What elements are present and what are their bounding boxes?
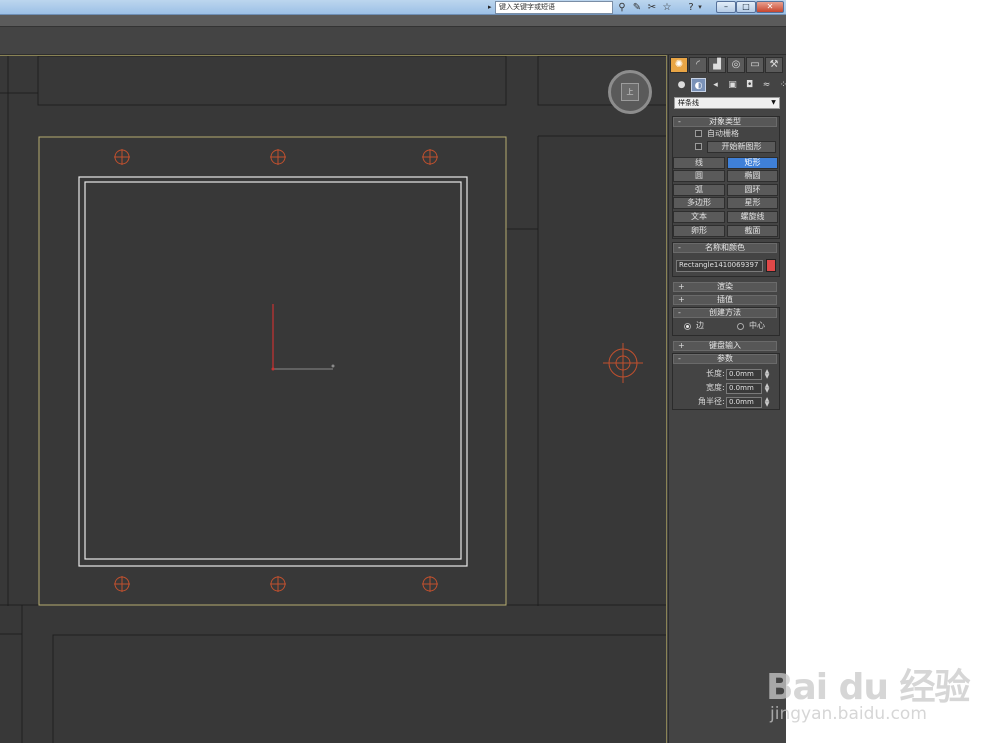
utilities-tab[interactable]: ⚒ xyxy=(765,57,783,73)
length-spinner[interactable]: ▲ ▼ xyxy=(763,369,771,380)
display-tab[interactable]: ▭ xyxy=(746,57,764,73)
shape-category-value: 样条线 xyxy=(678,99,699,107)
spotlights xyxy=(114,149,643,592)
search-expand-icon[interactable]: ▸ xyxy=(488,3,494,11)
create-subtabs: ● ◐ ◂ ▣ ◘ ≈ ⁘ xyxy=(674,78,786,94)
width-label: 宽度: xyxy=(706,383,725,392)
width-spinner[interactable]: ▲ ▼ xyxy=(763,383,771,394)
motion-tab[interactable]: ◎ xyxy=(727,57,745,73)
lights-subtab[interactable]: ◂ xyxy=(708,78,723,92)
light-marker xyxy=(114,149,130,165)
donut-button[interactable]: 圆环 xyxy=(727,184,778,196)
light-marker xyxy=(114,576,130,592)
rectangle-button[interactable]: 矩形 xyxy=(727,157,778,169)
section-button[interactable]: 截面 xyxy=(727,225,778,237)
modify-tab[interactable]: ◜ xyxy=(689,57,707,73)
create-tab[interactable]: ✺ xyxy=(670,57,688,73)
start-new-shape-button[interactable]: 开始新图形 xyxy=(707,141,776,153)
baidu-watermark: Bai du 经验 jingyan.baidu.com xyxy=(766,628,1000,743)
star-button[interactable]: 星形 xyxy=(727,197,778,209)
gizmo-x-tip xyxy=(331,364,335,368)
help-dropdown-icon[interactable]: ▾ xyxy=(696,1,704,14)
creation-method-header[interactable]: - 创建方法 xyxy=(673,308,777,318)
shape-category-dropdown[interactable]: 样条线 ▼ xyxy=(674,97,780,109)
title-bar: ▸ 键入关键字或短语 ⚲ ✎ ✂ ☆ ? ▾ – □ ✕ xyxy=(0,0,786,15)
length-label: 长度: xyxy=(706,369,725,378)
rendering-rollout[interactable]: + 渲染 xyxy=(673,282,777,292)
star-icon[interactable]: ☆ xyxy=(660,1,674,14)
viewcube[interactable]: 上 xyxy=(608,70,652,114)
object-type-header[interactable]: - 对象类型 xyxy=(673,117,777,127)
edge-radio[interactable] xyxy=(684,323,691,330)
top-viewport[interactable] xyxy=(0,55,667,743)
main-toolbar xyxy=(0,27,786,55)
line-button[interactable]: 线 xyxy=(673,157,725,169)
maximize-button[interactable]: □ xyxy=(736,1,756,13)
corner-radius-field[interactable]: 0.0mm xyxy=(726,397,762,408)
viewcube-face[interactable]: 上 xyxy=(621,83,639,101)
space-warps-subtab[interactable]: ≈ xyxy=(759,78,774,92)
scene-box xyxy=(52,634,666,743)
ngon-button[interactable]: 多边形 xyxy=(673,197,725,209)
interpolation-rollout[interactable]: + 插值 xyxy=(673,295,777,305)
circle-button[interactable]: 圆 xyxy=(673,170,725,182)
scene-outlines xyxy=(0,56,666,743)
autogrid-checkbox[interactable] xyxy=(695,130,702,137)
arc-button[interactable]: 弧 xyxy=(673,184,725,196)
search-input[interactable]: 键入关键字或短语 xyxy=(495,1,613,14)
wrench-icon[interactable]: ✎ xyxy=(630,1,644,14)
gizmo-origin xyxy=(271,367,275,371)
ellipse-button[interactable]: 椭圆 xyxy=(727,170,778,182)
systems-subtab[interactable]: ⁘ xyxy=(776,78,786,92)
geometry-subtab[interactable]: ● xyxy=(674,78,689,92)
shapes-subtab[interactable]: ◐ xyxy=(691,78,706,92)
length-field[interactable]: 0.0mm xyxy=(726,369,762,380)
watermark-url: jingyan.baidu.com xyxy=(770,704,927,724)
center-radio-label: 中心 xyxy=(749,321,765,330)
egg-button[interactable]: 卵形 xyxy=(673,225,725,237)
target-light-marker xyxy=(603,343,643,383)
corner-radius-spinner[interactable]: ▲ ▼ xyxy=(763,397,771,408)
minimize-button[interactable]: – xyxy=(716,1,736,13)
menu-bar xyxy=(0,15,786,27)
watermark-logo: Bai du 经验 xyxy=(766,667,971,708)
helix-button[interactable]: 螺旋线 xyxy=(727,211,778,223)
corner-radius-label: 角半径: xyxy=(698,397,725,406)
center-radio[interactable] xyxy=(737,323,744,330)
edge-radio-label: 边 xyxy=(696,321,704,330)
light-marker xyxy=(422,576,438,592)
helpers-subtab[interactable]: ◘ xyxy=(742,78,757,92)
text-button[interactable]: 文本 xyxy=(673,211,725,223)
scene-box xyxy=(37,56,507,106)
binoculars-icon[interactable]: ⚲ xyxy=(615,1,629,14)
viewport-canvas xyxy=(0,56,666,743)
object-color-swatch[interactable] xyxy=(766,259,776,272)
selected-object-bounds xyxy=(38,136,507,606)
close-button[interactable]: ✕ xyxy=(756,1,784,13)
keyboard-entry-rollout[interactable]: + 键盘输入 xyxy=(673,341,777,351)
light-marker xyxy=(270,576,286,592)
transform-gizmo xyxy=(271,304,335,371)
hierarchy-tab[interactable]: ▟ xyxy=(708,57,726,73)
name-color-header[interactable]: - 名称和颜色 xyxy=(673,243,777,253)
chevron-down-icon: ▼ xyxy=(771,99,776,106)
cameras-subtab[interactable]: ▣ xyxy=(725,78,740,92)
object-name-field[interactable]: Rectangle1410069397 xyxy=(676,260,763,272)
start-new-shape-checkbox[interactable] xyxy=(695,143,702,150)
light-marker xyxy=(270,149,286,165)
parameters-header[interactable]: - 参数 xyxy=(673,354,777,364)
app-window: ▸ 键入关键字或短语 ⚲ ✎ ✂ ☆ ? ▾ – □ ✕ 上 ✺ ◜ ▟ ◎ ▭… xyxy=(0,0,786,743)
light-marker xyxy=(422,149,438,165)
width-field[interactable]: 0.0mm xyxy=(726,383,762,394)
command-panel-tabs: ✺ ◜ ▟ ◎ ▭ ⚒ xyxy=(670,57,783,73)
tools-icon[interactable]: ✂ xyxy=(645,1,659,14)
outer-rectangle-shape xyxy=(78,176,468,567)
autogrid-label: 自动栅格 xyxy=(707,129,739,138)
